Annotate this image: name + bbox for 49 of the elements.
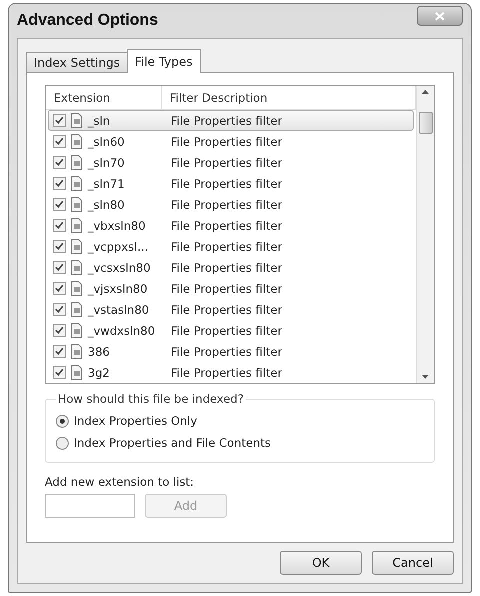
description-text: File Properties filter [170,344,282,358]
list-row[interactable]: 3g2 File Properties filter [48,362,414,383]
description-text: File Properties filter [170,324,282,338]
dialog-button[interactable]: Cancel [372,551,454,575]
list-row[interactable]: _sln71 File Properties filter [48,173,414,194]
extension-text: 386 [88,344,110,358]
list-row[interactable]: _vwdxsln80 File Properties filter [48,320,414,341]
tab[interactable]: File Types [127,49,201,73]
description-text: File Properties filter [170,260,282,274]
description-text: File Properties filter [170,114,282,128]
description-text: File Properties filter [170,176,282,190]
extension-text: _sln71 [88,176,125,190]
extension-text: _sln80 [88,198,125,212]
radio-label: Index Properties Only [74,414,198,428]
list-row[interactable]: _vjsxsln80 File Properties filter [48,278,414,299]
extension-text: _sln70 [88,156,125,170]
list-row[interactable]: _vstasln80 File Properties filter [48,299,414,320]
description-text: File Properties filter [170,282,282,296]
description-text: File Properties filter [170,218,282,232]
extension-text: _vstasln80 [88,302,150,316]
list-row[interactable]: 386 File Properties filter [48,341,414,362]
description-text: File Properties filter [170,134,282,148]
description-text: File Properties filter [170,302,282,316]
extension-text: _sln60 [88,134,125,148]
extension-text: _vcsxsln80 [88,260,151,274]
list-row[interactable]: _sln80 File Properties filter [48,194,414,215]
extension-text: _vwdxsln80 [88,324,156,338]
tab[interactable]: Index Settings [26,52,128,73]
list-row[interactable]: _sln60 File Properties filter [48,131,414,152]
description-text: File Properties filter [170,156,282,170]
description-text: File Properties filter [170,366,282,380]
add-extension-label: Add new extension to list: [45,475,196,489]
list-row[interactable]: _vbxsln80 File Properties filter [48,215,414,236]
extension-text: _vbxsln80 [88,218,146,232]
group-title: How should this file be indexed? [57,392,245,406]
dialog-button[interactable]: OK [280,551,362,575]
extension-text: _vjsxsln80 [88,282,148,296]
extension-text: _sln [88,114,110,128]
description-text: File Properties filter [170,240,282,254]
window-title: Advanced Options [17,12,158,30]
list-row[interactable]: _sln70 File Properties filter [48,152,414,173]
extension-text: _vcppxsl... [88,240,148,254]
list-row[interactable]: _sln File Properties filter [48,110,414,131]
extension-text: 3g2 [88,366,110,380]
list-row[interactable]: _vcsxsln80 File Properties filter [48,257,414,278]
radio-label: Index Properties and File Contents [74,436,272,450]
list-row[interactable]: _vcppxsl... File Properties filter [48,236,414,257]
column-header[interactable]: Extension [46,86,162,109]
description-text: File Properties filter [170,198,282,212]
